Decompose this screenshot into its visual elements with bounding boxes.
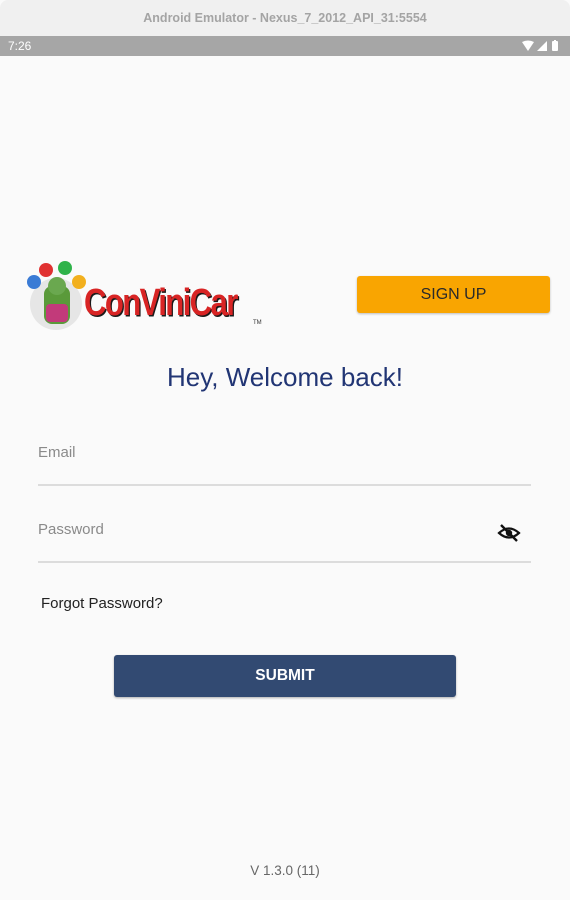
submit-button[interactable]: SUBMIT	[114, 655, 456, 697]
convinicar-logo: ConViniCar TM	[24, 260, 264, 332]
emulator-title-bar: Android Emulator - Nexus_7_2012_API_31:5…	[0, 0, 570, 36]
eye-off-icon[interactable]	[497, 521, 521, 545]
forgot-password-link[interactable]: Forgot Password?	[41, 595, 163, 612]
welcome-heading: Hey, Welcome back!	[166, 362, 403, 392]
window-title: Android Emulator - Nexus_7_2012_API_31:5…	[143, 11, 427, 25]
battery-icon	[552, 41, 558, 51]
logo-wordmark: ConViniCar	[84, 282, 238, 324]
signal-icon	[537, 41, 547, 51]
sign-up-button[interactable]: SIGN UP	[357, 276, 550, 313]
status-time: 7:26	[8, 39, 32, 53]
logo-trademark: TM	[253, 320, 262, 326]
email-placeholder: Email	[38, 444, 76, 461]
password-field[interactable]: Password	[38, 521, 531, 563]
password-placeholder: Password	[38, 521, 104, 538]
email-field[interactable]: Email	[38, 444, 531, 486]
android-status-bar: 7:26	[0, 36, 570, 56]
app-version: V 1.3.0 (11)	[250, 863, 320, 878]
status-icons	[522, 40, 558, 51]
wifi-icon	[522, 40, 534, 51]
